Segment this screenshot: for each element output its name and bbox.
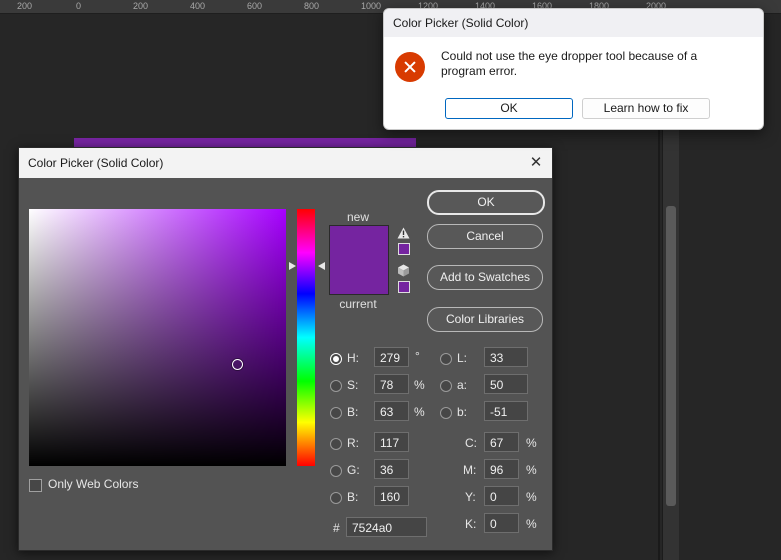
ruler-label: 200 (133, 1, 149, 11)
magenta-input[interactable]: 96 (484, 459, 519, 479)
brightness-radio[interactable] (330, 407, 342, 419)
cyan-input[interactable]: 67 (484, 432, 519, 452)
percent-unit: % (414, 405, 425, 419)
hue-input[interactable]: 279 (374, 347, 409, 367)
color-field-cursor[interactable] (232, 359, 243, 370)
out-of-gamut-warning-icon[interactable] (397, 227, 410, 239)
lab-l-label: L: (457, 351, 468, 365)
color-field[interactable] (29, 209, 286, 466)
percent-unit: % (526, 517, 537, 531)
yellow-input[interactable]: 0 (484, 486, 519, 506)
black-label: K: (465, 517, 477, 531)
percent-unit: % (526, 436, 537, 450)
hue-slider-right-handle[interactable] (318, 262, 325, 270)
red-radio[interactable] (330, 438, 342, 450)
add-to-swatches-button[interactable]: Add to Swatches (427, 265, 543, 290)
percent-unit: % (526, 463, 537, 477)
green-input[interactable]: 36 (374, 459, 409, 479)
red-input[interactable]: 117 (374, 432, 409, 452)
black-input[interactable]: 0 (484, 513, 519, 533)
gamut-correction-swatch[interactable] (398, 243, 410, 255)
new-color-swatch (330, 226, 388, 260)
green-label: G: (347, 463, 360, 477)
lab-l-input[interactable]: 33 (484, 347, 528, 367)
new-color-label: new (346, 210, 369, 224)
error-message: Could not use the eye dropper tool becau… (441, 49, 698, 78)
hue-label: H: (347, 351, 359, 365)
blue-radio[interactable] (330, 492, 342, 504)
yellow-label: Y: (465, 490, 476, 504)
web-safe-cube-icon[interactable] (397, 264, 410, 277)
cyan-label: C: (465, 436, 477, 450)
hue-slider-left-handle[interactable] (289, 262, 296, 270)
degree-unit: ° (415, 349, 420, 363)
percent-unit: % (526, 490, 537, 504)
color-picker-titlebar[interactable]: Color Picker (Solid Color) ✕ (19, 148, 552, 178)
ruler-label: 800 (304, 1, 320, 11)
close-icon[interactable]: ✕ (526, 153, 546, 173)
ruler-label: 0 (76, 1, 82, 11)
brightness-input[interactable]: 63 (374, 401, 409, 421)
magenta-label: M: (463, 463, 477, 477)
ruler-label: 200 (17, 1, 33, 11)
blue-input[interactable]: 160 (374, 486, 409, 506)
error-dialog-titlebar[interactable]: Color Picker (Solid Color) (384, 9, 763, 37)
ruler-label: 400 (190, 1, 206, 11)
hue-radio[interactable] (330, 353, 342, 365)
saturation-label: S: (347, 378, 359, 392)
saturation-input[interactable]: 78 (374, 374, 409, 394)
brightness-label: B: (347, 405, 359, 419)
web-safe-color-swatch[interactable] (398, 281, 410, 293)
only-web-colors-label[interactable]: Only Web Colors (48, 477, 138, 491)
ok-button[interactable]: OK (427, 190, 545, 215)
percent-unit: % (414, 378, 425, 392)
cancel-button[interactable]: Cancel (427, 224, 543, 249)
ruler-label: 1000 (361, 1, 382, 11)
current-color-swatch[interactable] (330, 260, 388, 294)
error-dialog: Color Picker (Solid Color) Could not use… (383, 8, 764, 130)
lab-a-radio[interactable] (440, 380, 452, 392)
only-web-colors-checkbox[interactable] (29, 479, 42, 492)
hex-label: # (333, 521, 340, 535)
green-radio[interactable] (330, 465, 342, 477)
error-ok-button[interactable]: OK (445, 98, 573, 119)
lab-a-input[interactable]: 50 (484, 374, 528, 394)
hex-input[interactable]: 7524a0 (346, 517, 427, 537)
scrollbar-thumb[interactable] (666, 206, 676, 506)
lab-b-input[interactable]: -51 (484, 401, 528, 421)
color-picker-title: Color Picker (Solid Color) (28, 156, 164, 170)
lab-b-label: b: (457, 405, 468, 419)
current-color-label: current (339, 297, 377, 311)
error-icon (395, 52, 425, 82)
saturation-radio[interactable] (330, 380, 342, 392)
color-libraries-button[interactable]: Color Libraries (427, 307, 543, 332)
error-dialog-title: Color Picker (Solid Color) (393, 16, 529, 30)
blue-label: B: (347, 490, 359, 504)
ruler-label: 600 (247, 1, 263, 11)
learn-how-to-fix-button[interactable]: Learn how to fix (582, 98, 710, 119)
red-label: R: (347, 436, 359, 450)
lab-b-radio[interactable] (440, 407, 452, 419)
lab-a-label: a: (457, 378, 468, 392)
color-comparison-swatch (329, 225, 389, 295)
lab-l-radio[interactable] (440, 353, 452, 365)
color-picker-dialog: Color Picker (Solid Color) ✕ new current… (18, 147, 553, 551)
hue-slider[interactable] (297, 209, 315, 466)
